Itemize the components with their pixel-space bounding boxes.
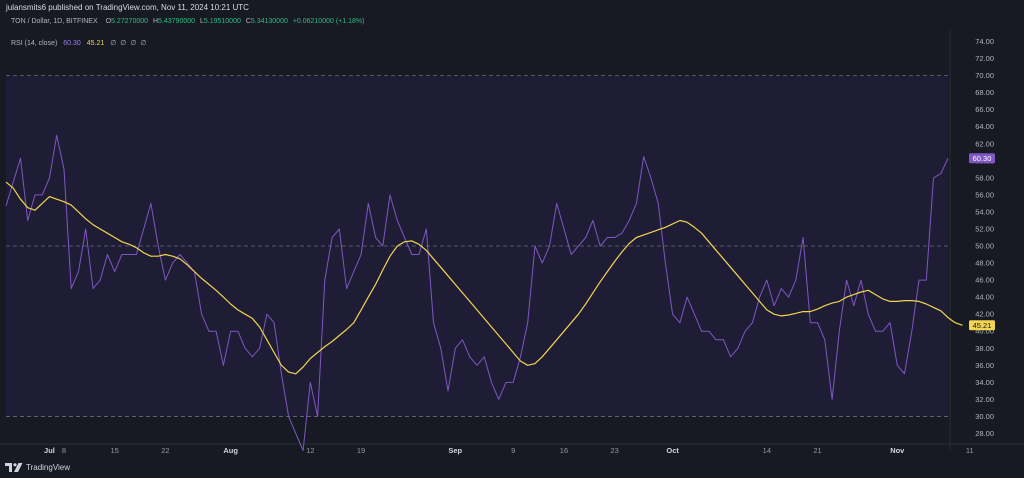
x-tick-label: Oct — [666, 446, 679, 455]
x-axis[interactable]: Jul 8 15 22 Aug 12 19 Sep 9 16 23 Oct 14 21 Nov 11 — [0, 443, 1024, 455]
y-tick-label: 30.00 — [975, 412, 994, 421]
rsi-chart[interactable]: 28.0030.0032.0034.0036.0038.0040.0042.00… — [0, 0, 1024, 478]
rsi-ma-line-badge-label: 45.21 — [973, 321, 992, 330]
rsi-ma-line-badge: 45.21 — [969, 320, 995, 331]
y-tick-label: 42.00 — [975, 310, 994, 319]
y-tick-label: 64.00 — [975, 122, 994, 131]
tradingview-logo-icon — [5, 463, 23, 472]
y-tick-label: 72.00 — [975, 54, 994, 63]
x-tick-label: 11 — [966, 446, 974, 455]
y-tick-label: 68.00 — [975, 88, 994, 97]
y-tick-label: 38.00 — [975, 344, 994, 353]
y-tick-label: 32.00 — [975, 395, 994, 404]
y-tick-label: 66.00 — [975, 105, 994, 114]
y-tick-label: 36.00 — [975, 361, 994, 370]
x-tick-label: Jul — [44, 446, 55, 455]
rsi-line-badge: 60.30 — [969, 153, 995, 164]
x-tick-label: 23 — [611, 446, 619, 455]
y-tick-label: 50.00 — [975, 242, 994, 251]
y-tick-label: 74.00 — [975, 37, 994, 46]
x-tick-label: 16 — [560, 446, 568, 455]
x-tick-label: 9 — [511, 446, 515, 455]
y-tick-label: 52.00 — [975, 224, 994, 233]
rsi-line-badge-label: 60.30 — [973, 154, 992, 163]
x-tick-label: 14 — [763, 446, 771, 455]
x-tick-label: Sep — [448, 446, 462, 455]
x-tick-label: 22 — [161, 446, 169, 455]
y-axis[interactable]: 28.0030.0032.0034.0036.0038.0040.0042.00… — [949, 30, 994, 450]
x-tick-label: 12 — [306, 446, 314, 455]
y-tick-label: 44.00 — [975, 293, 994, 302]
y-tick-label: 54.00 — [975, 207, 994, 216]
x-tick-label: 8 — [62, 446, 66, 455]
y-tick-label: 48.00 — [975, 259, 994, 268]
y-tick-label: 56.00 — [975, 190, 994, 199]
tradingview-logo-text: TradingView — [26, 463, 71, 472]
x-tick-label: Aug — [223, 446, 238, 455]
x-tick-label: 21 — [813, 446, 821, 455]
y-tick-label: 46.00 — [975, 276, 994, 285]
tradingview-logo[interactable]: TradingView — [5, 463, 70, 472]
y-tick-label: 28.00 — [975, 429, 994, 438]
x-tick-label: Nov — [890, 446, 905, 455]
y-tick-label: 62.00 — [975, 139, 994, 148]
y-tick-label: 58.00 — [975, 173, 994, 182]
y-tick-label: 34.00 — [975, 378, 994, 387]
x-tick-label: 19 — [357, 446, 365, 455]
y-tick-label: 70.00 — [975, 71, 994, 80]
x-tick-label: 15 — [111, 446, 119, 455]
